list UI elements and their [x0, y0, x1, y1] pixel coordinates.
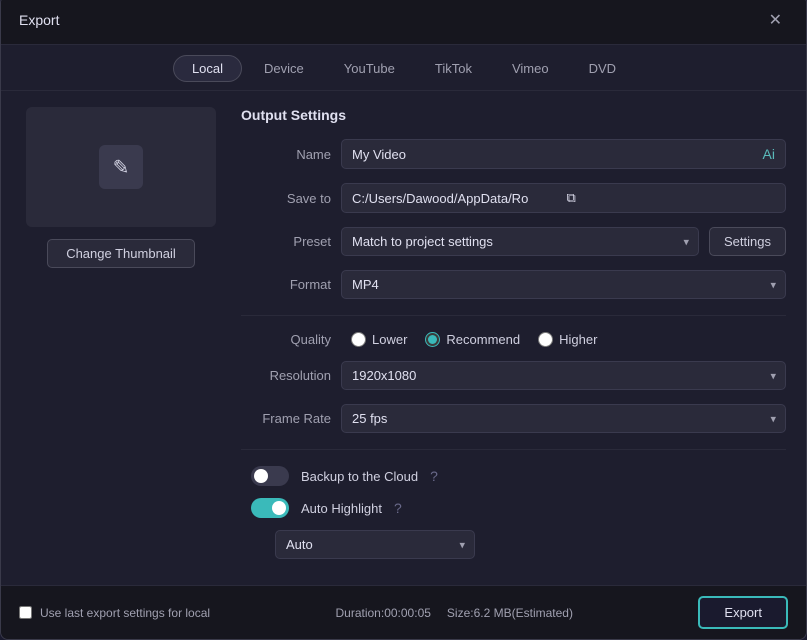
format-select-wrap: MP4 ▾: [341, 270, 786, 299]
duration-text: Duration:00:00:05: [336, 606, 431, 620]
quality-higher[interactable]: Higher: [538, 332, 597, 347]
content-area: ✎ Change Thumbnail Output Settings Name …: [1, 91, 806, 585]
quality-higher-label: Higher: [559, 332, 597, 347]
duration-label: Duration:: [336, 606, 385, 620]
change-thumbnail-button[interactable]: Change Thumbnail: [47, 239, 195, 268]
auto-highlight-help-icon[interactable]: ?: [394, 500, 402, 516]
quality-lower[interactable]: Lower: [351, 332, 407, 347]
quality-higher-radio[interactable]: [538, 332, 553, 347]
tab-local[interactable]: Local: [173, 55, 242, 82]
path-value: C:/Users/Dawood/AppData/Ro: [352, 191, 561, 206]
backup-label: Backup to the Cloud: [301, 469, 418, 484]
name-label: Name: [241, 147, 331, 162]
title-bar: Export ✕: [1, 0, 806, 45]
preset-label: Preset: [241, 234, 331, 249]
tab-youtube[interactable]: YouTube: [326, 56, 413, 81]
save-to-row: Save to C:/Users/Dawood/AppData/Ro ⧉: [241, 183, 786, 213]
settings-button[interactable]: Settings: [709, 227, 786, 256]
backup-toggle[interactable]: [251, 466, 289, 486]
quality-radio-group: Lower Recommend Higher: [351, 332, 597, 347]
duration-value: 00:00:05: [384, 606, 431, 620]
name-input[interactable]: [352, 147, 757, 162]
thumbnail-preview: ✎: [26, 107, 216, 227]
auto-select-wrap: Auto ▾: [275, 530, 475, 559]
preset-row: Preset Match to project settings ▾ Setti…: [241, 227, 786, 256]
tab-vimeo[interactable]: Vimeo: [494, 56, 567, 81]
quality-recommend-label: Recommend: [446, 332, 520, 347]
pencil-icon: ✎: [99, 145, 143, 189]
quality-recommend[interactable]: Recommend: [425, 332, 520, 347]
name-input-wrap: Ai: [341, 139, 786, 169]
dialog-title: Export: [19, 12, 59, 28]
resolution-label: Resolution: [241, 368, 331, 383]
right-panel: Output Settings Name Ai Save to C:/Users…: [241, 107, 786, 569]
resolution-select[interactable]: 1920x1080: [341, 361, 786, 390]
folder-icon[interactable]: ⧉: [567, 190, 776, 206]
quality-label: Quality: [241, 332, 331, 347]
backup-row: Backup to the Cloud ?: [241, 466, 786, 486]
auto-select[interactable]: Auto: [275, 530, 475, 559]
auto-highlight-label: Auto Highlight: [301, 501, 382, 516]
export-button[interactable]: Export: [698, 596, 788, 629]
tab-dvd[interactable]: DVD: [571, 56, 634, 81]
auto-highlight-toggle[interactable]: [251, 498, 289, 518]
resolution-row: Resolution 1920x1080 ▾: [241, 361, 786, 390]
format-select[interactable]: MP4: [341, 270, 786, 299]
tabs-bar: Local Device YouTube TikTok Vimeo DVD: [1, 45, 806, 91]
backup-help-icon[interactable]: ?: [430, 468, 438, 484]
frame-rate-select-wrap: 25 fps ▾: [341, 404, 786, 433]
quality-lower-label: Lower: [372, 332, 407, 347]
divider-1: [241, 315, 786, 316]
last-settings-checkbox[interactable]: [19, 606, 32, 619]
frame-rate-select[interactable]: 25 fps: [341, 404, 786, 433]
size-label: Size:: [447, 606, 474, 620]
tab-device[interactable]: Device: [246, 56, 322, 81]
auto-highlight-slider: [251, 498, 289, 518]
name-row: Name Ai: [241, 139, 786, 169]
size-value: 6.2 MB(Estimated): [474, 606, 573, 620]
frame-rate-label: Frame Rate: [241, 411, 331, 426]
auto-highlight-row: Auto Highlight ?: [241, 498, 786, 518]
size-text: Size:6.2 MB(Estimated): [447, 606, 573, 620]
left-panel: ✎ Change Thumbnail: [21, 107, 221, 569]
quality-recommend-radio[interactable]: [425, 332, 440, 347]
section-title: Output Settings: [241, 107, 786, 123]
tab-tiktok[interactable]: TikTok: [417, 56, 490, 81]
preset-select[interactable]: Match to project settings: [341, 227, 699, 256]
divider-2: [241, 449, 786, 450]
export-dialog: Export ✕ Local Device YouTube TikTok Vim…: [0, 0, 807, 640]
footer-center: Duration:00:00:05 Size:6.2 MB(Estimated): [336, 606, 573, 620]
close-button[interactable]: ✕: [763, 8, 788, 32]
format-row: Format MP4 ▾: [241, 270, 786, 299]
format-label: Format: [241, 277, 331, 292]
resolution-select-wrap: 1920x1080 ▾: [341, 361, 786, 390]
pencil-symbol: ✎: [113, 155, 130, 180]
frame-rate-row: Frame Rate 25 fps ▾: [241, 404, 786, 433]
path-input-wrap: C:/Users/Dawood/AppData/Ro ⧉: [341, 183, 786, 213]
quality-lower-radio[interactable]: [351, 332, 366, 347]
save-to-label: Save to: [241, 191, 331, 206]
preset-select-wrap: Match to project settings ▾: [341, 227, 699, 256]
ai-icon: Ai: [763, 146, 775, 162]
quality-row: Quality Lower Recommend Higher: [241, 332, 786, 347]
last-settings-label: Use last export settings for local: [40, 606, 210, 620]
footer: Use last export settings for local Durat…: [1, 585, 806, 639]
auto-select-row: Auto ▾: [241, 530, 786, 559]
backup-slider: [251, 466, 289, 486]
footer-left: Use last export settings for local: [19, 606, 210, 620]
